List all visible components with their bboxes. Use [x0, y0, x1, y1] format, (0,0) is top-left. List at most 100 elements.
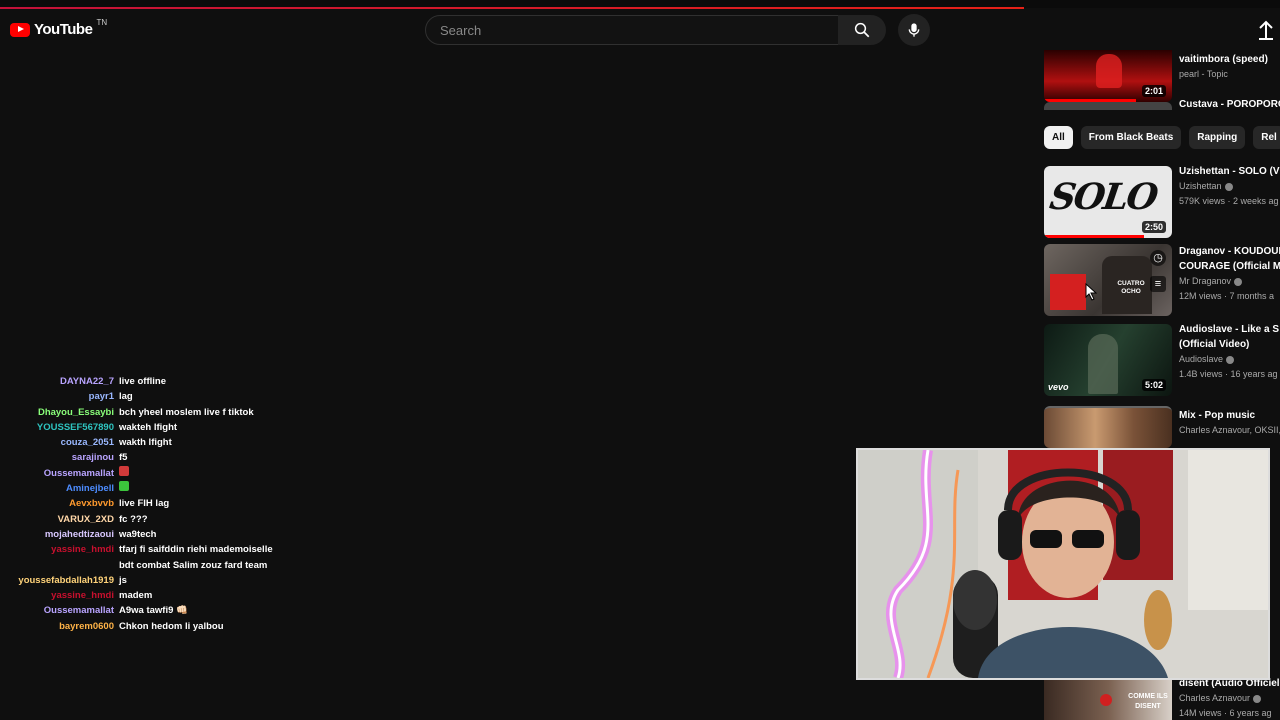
video-meta: 12M views · 7 months a [1179, 291, 1275, 301]
watched-progress-bar [1044, 235, 1144, 238]
video-title[interactable]: Draganov - KOUDOUR [1179, 244, 1280, 259]
search-icon [854, 22, 870, 38]
chat-message: yassine_hmdi tfarj fi saifddin riehi made… [0, 542, 300, 557]
video-duration: 5:02 [1141, 379, 1166, 391]
video-thumbnail[interactable]: SOLO 2:50 [1044, 166, 1172, 238]
chip-rapping[interactable]: Rapping [1189, 126, 1246, 149]
channel-row[interactable]: Uzishettan [1179, 179, 1280, 194]
chat-username: yassine_hmdi [51, 590, 114, 602]
chat-username: DAYNA22_7 [59, 376, 114, 387]
logo-wordmark: YouTube [34, 21, 93, 38]
filter-chips: All From Black Beats Rapping Rel [1044, 126, 1280, 149]
video-duration: 2:50 [1141, 221, 1166, 233]
chat-message: Dhayou_Essaybi bch yheel moslem live f ti… [0, 405, 300, 420]
chat-text: wakteh lfight [119, 421, 178, 433]
chat-username: couza_2051 [60, 437, 114, 449]
chat-username: Dhayou_Essaybi [37, 406, 114, 418]
video-thumbnail[interactable] [1044, 102, 1172, 110]
chat-username: VARUX_2XD [57, 513, 114, 525]
upload-button[interactable] [1258, 19, 1274, 46]
chat-emote-icon [119, 481, 129, 492]
mouse-cursor-icon [1085, 283, 1097, 301]
chat-text: wakth lfight [119, 437, 172, 449]
microphone-icon [908, 23, 920, 37]
mix-thumbnail[interactable] [1044, 406, 1172, 448]
channel-name[interactable]: Audioslave [1179, 354, 1223, 364]
logo-country-code: TN [96, 18, 108, 27]
video-duration: 2:01 [1141, 85, 1166, 97]
chat-username: Oussemamallat [43, 605, 114, 617]
video-title[interactable]: Audioslave - Like a S [1179, 322, 1280, 337]
video-title[interactable]: Uzishettan - SOLO (V [1179, 164, 1280, 179]
video-progress-track[interactable] [0, 0, 1280, 9]
channel-row[interactable]: Charles Aznavour [1179, 691, 1280, 706]
chat-username: sarajinou [71, 452, 114, 464]
chip-all[interactable]: All [1044, 126, 1073, 149]
video-thumbnail[interactable]: 2:01 [1044, 50, 1172, 102]
chat-username: yassine_hmdi [51, 544, 114, 556]
chat-message: bayrem0600 Chkon hedom li yalbou [0, 619, 300, 634]
thumbnail-album-text: COMME ILS DISENT [1128, 693, 1168, 710]
verified-icon [1224, 182, 1233, 191]
video-meta: 1.4B views · 16 years ag [1179, 369, 1278, 379]
youtube-play-icon [10, 22, 30, 37]
thumbnail-graffiti-text: SOLO [1047, 176, 1159, 218]
chip-related[interactable]: Rel [1253, 126, 1280, 149]
chat-message: bdt combat Salim zouz fard team [0, 558, 300, 573]
video-thumbnail[interactable]: COMME ILS DISENT [1044, 680, 1172, 720]
chat-message: sarajinou f5 [0, 450, 300, 465]
video-title[interactable]: Custava - POROPORO (Off [1179, 99, 1280, 109]
mix-title[interactable]: Mix - Pop music [1179, 408, 1280, 423]
voice-search-button[interactable] [898, 14, 930, 46]
chat-username: YOUSSEF567890 [36, 421, 114, 433]
chat-text: f5 [119, 452, 128, 464]
chat-text: live FIH lag [119, 498, 170, 510]
chat-username: mojahedtizaoui [44, 528, 114, 540]
video-title-line2[interactable]: COURAGE (Official M [1179, 259, 1280, 274]
chat-username [0, 558, 119, 573]
search-box[interactable] [425, 15, 839, 45]
streamer-webcam-overlay [856, 448, 1270, 680]
chip-from-black-beats[interactable]: From Black Beats [1080, 126, 1182, 149]
chat-message: VARUX_2XD fc ??? [0, 512, 300, 527]
thumbnail-shirt-text: CUATRO OCHO [1117, 280, 1145, 295]
video-thumbnail[interactable]: vevo 5:02 [1044, 324, 1172, 396]
chat-message: mojahedtizaoui wa9tech [0, 527, 300, 542]
channel-name[interactable]: Mr Draganov [1179, 276, 1231, 286]
chat-message: YOUSSEF567890 wakteh lfight [0, 420, 300, 435]
stream-chat-overlay: DAYNA22_7 live offline payr1 lag Dhayou_Essa… [0, 374, 300, 634]
chat-message: payr1 lag [0, 389, 300, 404]
upload-arrow-icon [1259, 20, 1273, 40]
chat-text: bch yheel moslem live f tiktok [119, 406, 254, 418]
chat-text: madem [119, 590, 153, 602]
verified-icon [1253, 694, 1262, 703]
chat-text: bdt combat Salim zouz fard team [119, 559, 268, 571]
channel-row[interactable]: Mr Draganov [1179, 274, 1280, 289]
chat-username: bayrem0600 [59, 620, 114, 632]
youtube-logo[interactable]: YouTube TN [10, 18, 108, 38]
channel-name[interactable]: Uzishettan [1179, 181, 1222, 191]
chat-text: lag [119, 391, 133, 403]
video-title-line2[interactable]: (Official Video) [1179, 337, 1280, 352]
search-input[interactable] [438, 22, 822, 39]
watch-later-icon[interactable]: ◷ [1150, 250, 1166, 266]
add-to-queue-icon[interactable]: ≡ [1150, 276, 1166, 292]
video-title[interactable]: vaitimbora (speed) [1179, 52, 1280, 67]
chat-username: Aevxbvvb [69, 498, 114, 510]
channel-name[interactable]: Charles Aznavour [1179, 693, 1250, 703]
channel-row[interactable]: Audioslave [1179, 352, 1280, 367]
video-thumbnail[interactable]: CUATRO OCHO ◷ ≡ [1044, 244, 1172, 316]
chat-message: Oussemamallat [0, 465, 300, 481]
chat-message: Aevxbvvb live FIH lag [0, 496, 300, 511]
video-meta: 14M views · 6 years ag [1179, 708, 1272, 718]
chat-message: yassine_hmdi madem [0, 588, 300, 603]
chat-text: js [119, 574, 127, 586]
channel-name[interactable]: pearl - Topic [1179, 67, 1280, 82]
chat-text: fc ??? [119, 513, 148, 525]
chat-message: DAYNA22_7 live offline [0, 374, 300, 389]
search-button[interactable] [838, 15, 886, 45]
chat-message: youssefabdallah1919 js [0, 573, 300, 588]
chat-text: wa9tech [119, 528, 157, 540]
masthead: YouTube TN [0, 9, 1280, 53]
chat-message: Oussemamallat A9wa tawfi9 👊🏻 [0, 603, 300, 618]
